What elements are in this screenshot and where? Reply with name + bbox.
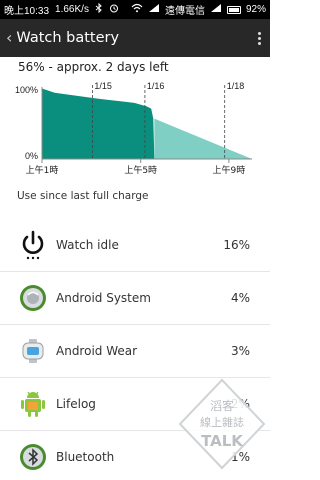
wifi-icon: [131, 3, 143, 16]
use-since-label: Use since last full charge: [17, 190, 149, 202]
battery-summary: 56% - approx. 2 days left: [18, 60, 169, 74]
list-item[interactable]: Android System 4%: [0, 271, 270, 324]
action-bar: ‹ Watch battery: [0, 19, 270, 57]
app-percent: 16%: [223, 237, 250, 252]
app-name: Android Wear: [56, 344, 138, 358]
battery-percent: 92%: [245, 4, 266, 15]
back-icon[interactable]: ‹: [6, 30, 12, 46]
x-tick-label: 上午5時: [124, 164, 157, 176]
alarm-icon: [109, 3, 119, 16]
carrier-name: 遠傳電信: [164, 6, 205, 17]
app-name: Bluetooth: [56, 450, 115, 464]
series-area-projected: [154, 118, 252, 159]
battery-icon: [226, 5, 241, 14]
power-icon: [18, 230, 48, 260]
app-name: Watch idle: [56, 237, 119, 252]
watermark-brand: TALK: [201, 432, 244, 450]
date-marker-label: 1/16: [147, 81, 165, 91]
signal-icon: [148, 3, 160, 16]
page-title[interactable]: Watch battery: [16, 30, 119, 46]
watermark-line2: 線上雜誌: [200, 415, 244, 429]
date-marker-label: 1/18: [227, 81, 245, 91]
date-marker-label: 1/15: [94, 81, 112, 91]
signal-icon-2: [210, 3, 222, 16]
watermark-line1: 滔客: [210, 398, 234, 413]
bluetooth-status-icon: [95, 2, 103, 16]
clock: 晚上10:33: [4, 6, 50, 17]
watermark-logo: 滔客 線上雜誌 TALK: [178, 378, 266, 470]
status-bar: 晚上10:33 1.66K/s 遠傳電信 92%: [0, 0, 270, 19]
list-item[interactable]: Android Wear 3%: [0, 324, 270, 377]
battery-chart: 100% 0% 1/15 1/16 1/18 上午1時 上午5時 上午9時: [15, 81, 252, 176]
app-name: Lifelog: [56, 397, 96, 411]
lifelog-icon: [18, 389, 48, 419]
y-tick-label: 0%: [25, 151, 38, 161]
app-percent: 3%: [230, 344, 250, 358]
app-name: Android System: [56, 291, 151, 305]
app-percent: 4%: [230, 291, 250, 305]
list-item[interactable]: Watch idle 16%: [0, 218, 270, 271]
x-tick-label: 上午1時: [26, 164, 59, 176]
series-area-actual: [42, 88, 155, 159]
x-tick-label: 上午9時: [213, 164, 246, 176]
y-tick-label: 100%: [15, 85, 38, 95]
network-speed: 1.66K/s: [55, 4, 89, 15]
overflow-menu-icon[interactable]: [254, 31, 264, 45]
android-system-icon: [18, 283, 48, 313]
android-wear-icon: [18, 336, 48, 366]
bluetooth-icon: [18, 442, 48, 472]
